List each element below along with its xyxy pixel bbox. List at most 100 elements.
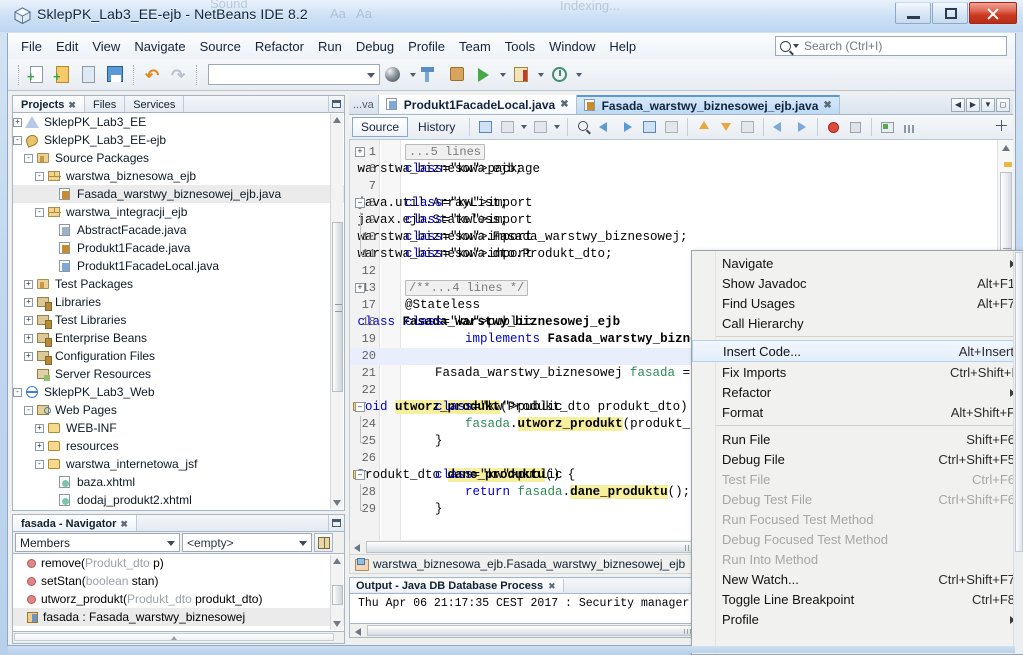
- tree-node-enterprise-beans[interactable]: + Enterprise Beans: [13, 329, 344, 347]
- menu-refactor[interactable]: Refactor: [248, 36, 311, 57]
- chevron-down-icon-uncomment[interactable]: [554, 125, 561, 129]
- scroll-tabs-left-icon[interactable]: ◀: [951, 97, 965, 112]
- save-all-icon[interactable]: [104, 63, 128, 87]
- scroll-tabs-right-icon[interactable]: ▶: [966, 97, 980, 112]
- collapsed-fold[interactable]: /**...4 lines */: [405, 280, 529, 296]
- editor-tab-produkt1facadelocal[interactable]: Produkt1FacadeLocal.java ✖: [378, 95, 577, 114]
- toolbar-grip-3[interactable]: [196, 64, 199, 85]
- tree-node-resources[interactable]: + resources: [13, 437, 344, 455]
- fold-collapse-icon[interactable]: –: [355, 198, 365, 208]
- chevron-down-icon-debug[interactable]: [538, 72, 544, 77]
- close-icon[interactable]: ✖: [120, 519, 128, 530]
- scroll-down-icon[interactable]: [333, 621, 341, 627]
- navigator-item[interactable]: fasada : Fasada_warstwy_biznesowej: [13, 608, 344, 626]
- menu-item-debug-file[interactable]: Debug File Ctrl+Shift+F5: [692, 449, 1023, 469]
- menu-item-format[interactable]: Format Alt+Shift+F: [692, 402, 1023, 422]
- tree-node-skleppk-lab3-ee[interactable]: + SklepPK_Lab3_EE: [13, 113, 344, 131]
- code-line[interactable]: 6 class="kw">package warstwa_biznesowa_ej…: [350, 161, 1013, 178]
- tree-node-baza-xhtml[interactable]: baza.xhtml: [13, 473, 344, 491]
- toggle-rectangular-selection-icon[interactable]: [661, 117, 682, 137]
- inspect-icon[interactable]: [877, 117, 898, 137]
- chevron-down-icon-build[interactable]: [410, 72, 416, 77]
- chevron-down-icon-run[interactable]: [500, 72, 506, 77]
- scrollbar-thumb[interactable]: [332, 222, 343, 392]
- collapsed-fold[interactable]: ...5 lines: [405, 144, 486, 160]
- tree-node-web-inf[interactable]: + WEB-INF: [13, 419, 344, 437]
- tree-expander-icon[interactable]: -: [35, 459, 44, 469]
- tree-expander-icon[interactable]: -: [35, 171, 44, 181]
- tree-expander-icon[interactable]: -: [24, 405, 33, 415]
- chevron-down-icon-comment[interactable]: [521, 125, 528, 129]
- scrollbar-thumb[interactable]: [332, 585, 343, 605]
- clean-icon[interactable]: [446, 63, 470, 87]
- tree-expander-icon[interactable]: +: [13, 117, 22, 127]
- tab-list-dropdown-icon[interactable]: ▼: [981, 97, 995, 112]
- menu-debug[interactable]: Debug: [349, 36, 401, 57]
- menu-profile[interactable]: Profile: [401, 36, 452, 57]
- menu-navigate[interactable]: Navigate: [127, 36, 192, 57]
- minimize-button[interactable]: [895, 2, 931, 24]
- projects-tree-scrollbar[interactable]: [330, 114, 343, 509]
- navigator-horizontal-scrollbar[interactable]: [12, 632, 345, 644]
- menu-item-call-hierarchy[interactable]: Call Hierarchy: [692, 313, 1023, 333]
- scroll-up-icon[interactable]: [1002, 145, 1010, 151]
- projects-tree[interactable]: + SklepPK_Lab3_EE - SklepPK_Lab3_EE-ejb - Sou…: [12, 113, 345, 511]
- tab-files[interactable]: Files: [85, 96, 126, 112]
- run-project-icon[interactable]: [472, 63, 496, 87]
- build-project-icon[interactable]: [382, 63, 406, 87]
- tree-expander-icon[interactable]: +: [24, 297, 33, 307]
- source-view-button[interactable]: Source: [352, 117, 409, 137]
- tree-node-skleppk-lab3-ee-ejb[interactable]: - SklepPK_Lab3_EE-ejb: [13, 131, 344, 149]
- tree-expander-icon[interactable]: +: [24, 333, 33, 343]
- navigator-scope-select[interactable]: Members: [15, 533, 180, 552]
- menu-edit[interactable]: Edit: [49, 36, 85, 57]
- close-button[interactable]: [969, 2, 1017, 24]
- debug-project-icon[interactable]: [510, 63, 534, 87]
- scroll-up-icon[interactable]: [333, 117, 341, 123]
- menu-item-show-javadoc[interactable]: Show Javadoc Alt+F1: [692, 273, 1023, 293]
- clean-build-icon[interactable]: [420, 63, 444, 87]
- tree-node-test-packages[interactable]: + Test Packages: [13, 275, 344, 293]
- new-project-icon[interactable]: +: [52, 63, 76, 87]
- search-input[interactable]: Search (Ctrl+I): [775, 36, 1007, 56]
- navigator-inherited-members-button[interactable]: [314, 533, 333, 552]
- menu-team[interactable]: Team: [452, 36, 498, 57]
- scroll-left-icon[interactable]: [355, 628, 361, 636]
- tab-services[interactable]: Services: [125, 96, 185, 112]
- tree-expander-icon[interactable]: +: [35, 441, 44, 451]
- editor-context-menu[interactable]: Navigate Show Javadoc Alt+F1 Find Usages Alt…: [691, 250, 1023, 655]
- tree-expander-icon[interactable]: +: [24, 279, 33, 289]
- fold-collapse-icon[interactable]: –: [355, 470, 365, 480]
- open-project-icon[interactable]: [78, 63, 102, 87]
- tree-node-produkt1facadelocal-java[interactable]: Produkt1FacadeLocal.java: [13, 257, 344, 275]
- tab-navigator[interactable]: fasada - Navigator ✖: [13, 515, 137, 531]
- menu-item-toggle-line-breakpoint[interactable]: Toggle Line Breakpoint Ctrl+F8: [692, 589, 1023, 609]
- find-next-icon[interactable]: [617, 117, 638, 137]
- minimize-navigator-button[interactable]: [328, 515, 344, 531]
- navigator-members-list[interactable]: remove(Produkt_dto p) setStan(boolean sta…: [12, 554, 345, 632]
- tree-expander-icon[interactable]: +: [35, 423, 44, 433]
- fold-expand-icon[interactable]: +: [355, 147, 365, 157]
- tree-expander-icon[interactable]: -: [24, 153, 33, 163]
- scroll-down-icon[interactable]: [333, 500, 341, 506]
- tree-expander-icon[interactable]: +: [24, 315, 33, 325]
- toggle-highlight-icon[interactable]: [639, 117, 660, 137]
- menu-help[interactable]: Help: [602, 36, 643, 57]
- tab-output-javadb[interactable]: Output - Java DB Database Process ✖: [350, 579, 564, 592]
- tree-node-fasada-warstwy-biznesowej-ejb-java[interactable]: Fasada_warstwy_biznesowej_ejb.java: [13, 185, 344, 203]
- scroll-left-icon[interactable]: [354, 544, 360, 552]
- expand-toolbar-icon[interactable]: [996, 120, 1007, 131]
- tree-node-source-packages[interactable]: - Source Packages: [13, 149, 344, 167]
- menu-item-new-watch[interactable]: New Watch... Ctrl+Shift+F7: [692, 569, 1023, 589]
- navigator-item[interactable]: setStan(boolean stan): [13, 572, 344, 590]
- redo-icon[interactable]: ↷: [167, 63, 191, 87]
- menu-item-refactor[interactable]: Refactor: [692, 382, 1023, 402]
- scrollbar-thumb[interactable]: [14, 633, 334, 641]
- menu-item-insert-code[interactable]: Insert Code... Alt+Insert: [692, 340, 1023, 362]
- close-icon[interactable]: ✖: [560, 99, 568, 110]
- code-line[interactable]: 8– class="kw">import java.util.ArrayList;: [350, 195, 1013, 212]
- stop-icon[interactable]: [845, 117, 866, 137]
- menu-source[interactable]: Source: [193, 36, 248, 57]
- tree-node-test-libraries[interactable]: + Test Libraries: [13, 311, 344, 329]
- tree-node-server-resources[interactable]: Server Resources: [13, 365, 344, 383]
